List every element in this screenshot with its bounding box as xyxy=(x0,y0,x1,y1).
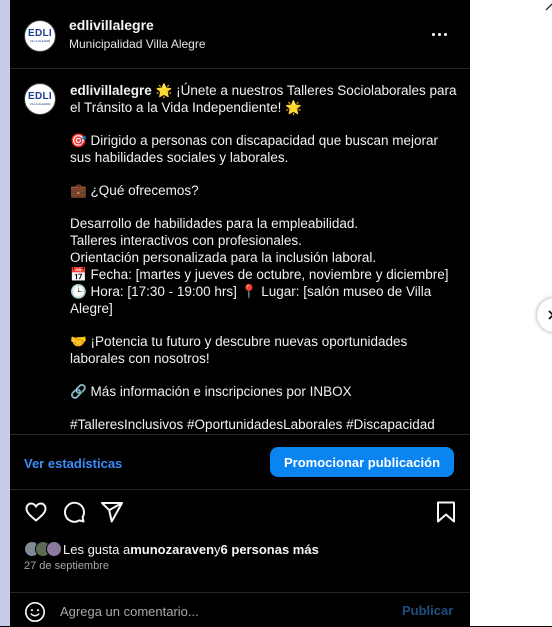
caption-text: edlivillalegre 🌟 ¡Únete a nuestros Talle… xyxy=(70,82,458,434)
caption-line: Orientación personalizada para la inclus… xyxy=(70,250,377,265)
liker-avatars xyxy=(24,541,62,557)
avatar-logo-subtext: VILLA ALEGRE xyxy=(29,39,51,43)
avatar[interactable]: EDLI VILLA ALEGRE xyxy=(24,20,56,52)
caption-line: Talleres interactivos con profesionales. xyxy=(70,233,302,248)
post-header: EDLI VILLA ALEGRE edlivillalegre Municip… xyxy=(10,0,470,69)
publish-comment-button[interactable]: Publicar xyxy=(402,603,453,618)
left-window-edge xyxy=(0,0,10,626)
liker-avatar xyxy=(46,541,62,557)
avatar-logo-subtext: VILLA ALEGRE xyxy=(29,102,51,106)
caption-line: Desarrollo de habilidades para la emplea… xyxy=(70,216,359,231)
caption-avatar[interactable]: EDLI VILLA ALEGRE xyxy=(24,83,56,115)
comment-input[interactable] xyxy=(60,601,380,621)
likes-prefix: Les gusta a xyxy=(63,541,131,557)
likes-summary[interactable]: Les gusta a munozaraven y 6 personas más xyxy=(24,540,319,558)
caption-line: 🎯 Dirigido a personas con discapacidad q… xyxy=(70,133,439,165)
liker-username[interactable]: munozaraven xyxy=(130,542,214,557)
insights-bar: Ver estadísticas Promocionar publicación xyxy=(10,434,470,490)
post-caption: EDLI VILLA ALEGRE edlivillalegre 🌟 ¡Únet… xyxy=(10,68,470,434)
post-panel: EDLI VILLA ALEGRE edlivillalegre Municip… xyxy=(10,0,470,626)
location-link[interactable]: Municipalidad Villa Alegre xyxy=(69,37,206,51)
post-date[interactable]: 27 de septiembre xyxy=(24,560,109,572)
likes-others[interactable]: 6 personas más xyxy=(221,542,319,557)
promote-post-button[interactable]: Promocionar publicación xyxy=(270,447,454,477)
comment-icon[interactable] xyxy=(62,500,86,524)
caption-line: 📅 Fecha: [martes y jueves de octubre, no… xyxy=(70,267,449,316)
corner-arrow-icon xyxy=(545,3,552,11)
avatar-logo-text: EDLI xyxy=(28,91,52,102)
more-options-icon[interactable] xyxy=(432,28,454,40)
hashtags[interactable]: #TalleresInclusivos #OportunidadesLabora… xyxy=(70,416,458,433)
comment-bar: Publicar xyxy=(10,592,470,627)
caption-line: 💼 ¿Qué ofrecemos? xyxy=(70,183,199,198)
emoji-icon[interactable] xyxy=(24,601,46,623)
caption-username[interactable]: edlivillalegre xyxy=(70,83,152,98)
caption-line: 🔗 Más información e inscripciones por IN… xyxy=(70,384,352,399)
heart-icon[interactable] xyxy=(24,500,48,524)
avatar-logo-text: EDLI xyxy=(28,28,52,39)
bookmark-icon[interactable] xyxy=(434,500,458,524)
chevron-right-icon xyxy=(548,310,552,320)
view-insights-link[interactable]: Ver estadísticas xyxy=(24,456,122,471)
action-bar xyxy=(10,500,470,528)
share-icon[interactable] xyxy=(100,500,124,524)
caption-line: 🤝 ¡Potencia tu futuro y descubre nuevas … xyxy=(70,334,408,366)
username-link[interactable]: edlivillalegre xyxy=(69,17,154,33)
